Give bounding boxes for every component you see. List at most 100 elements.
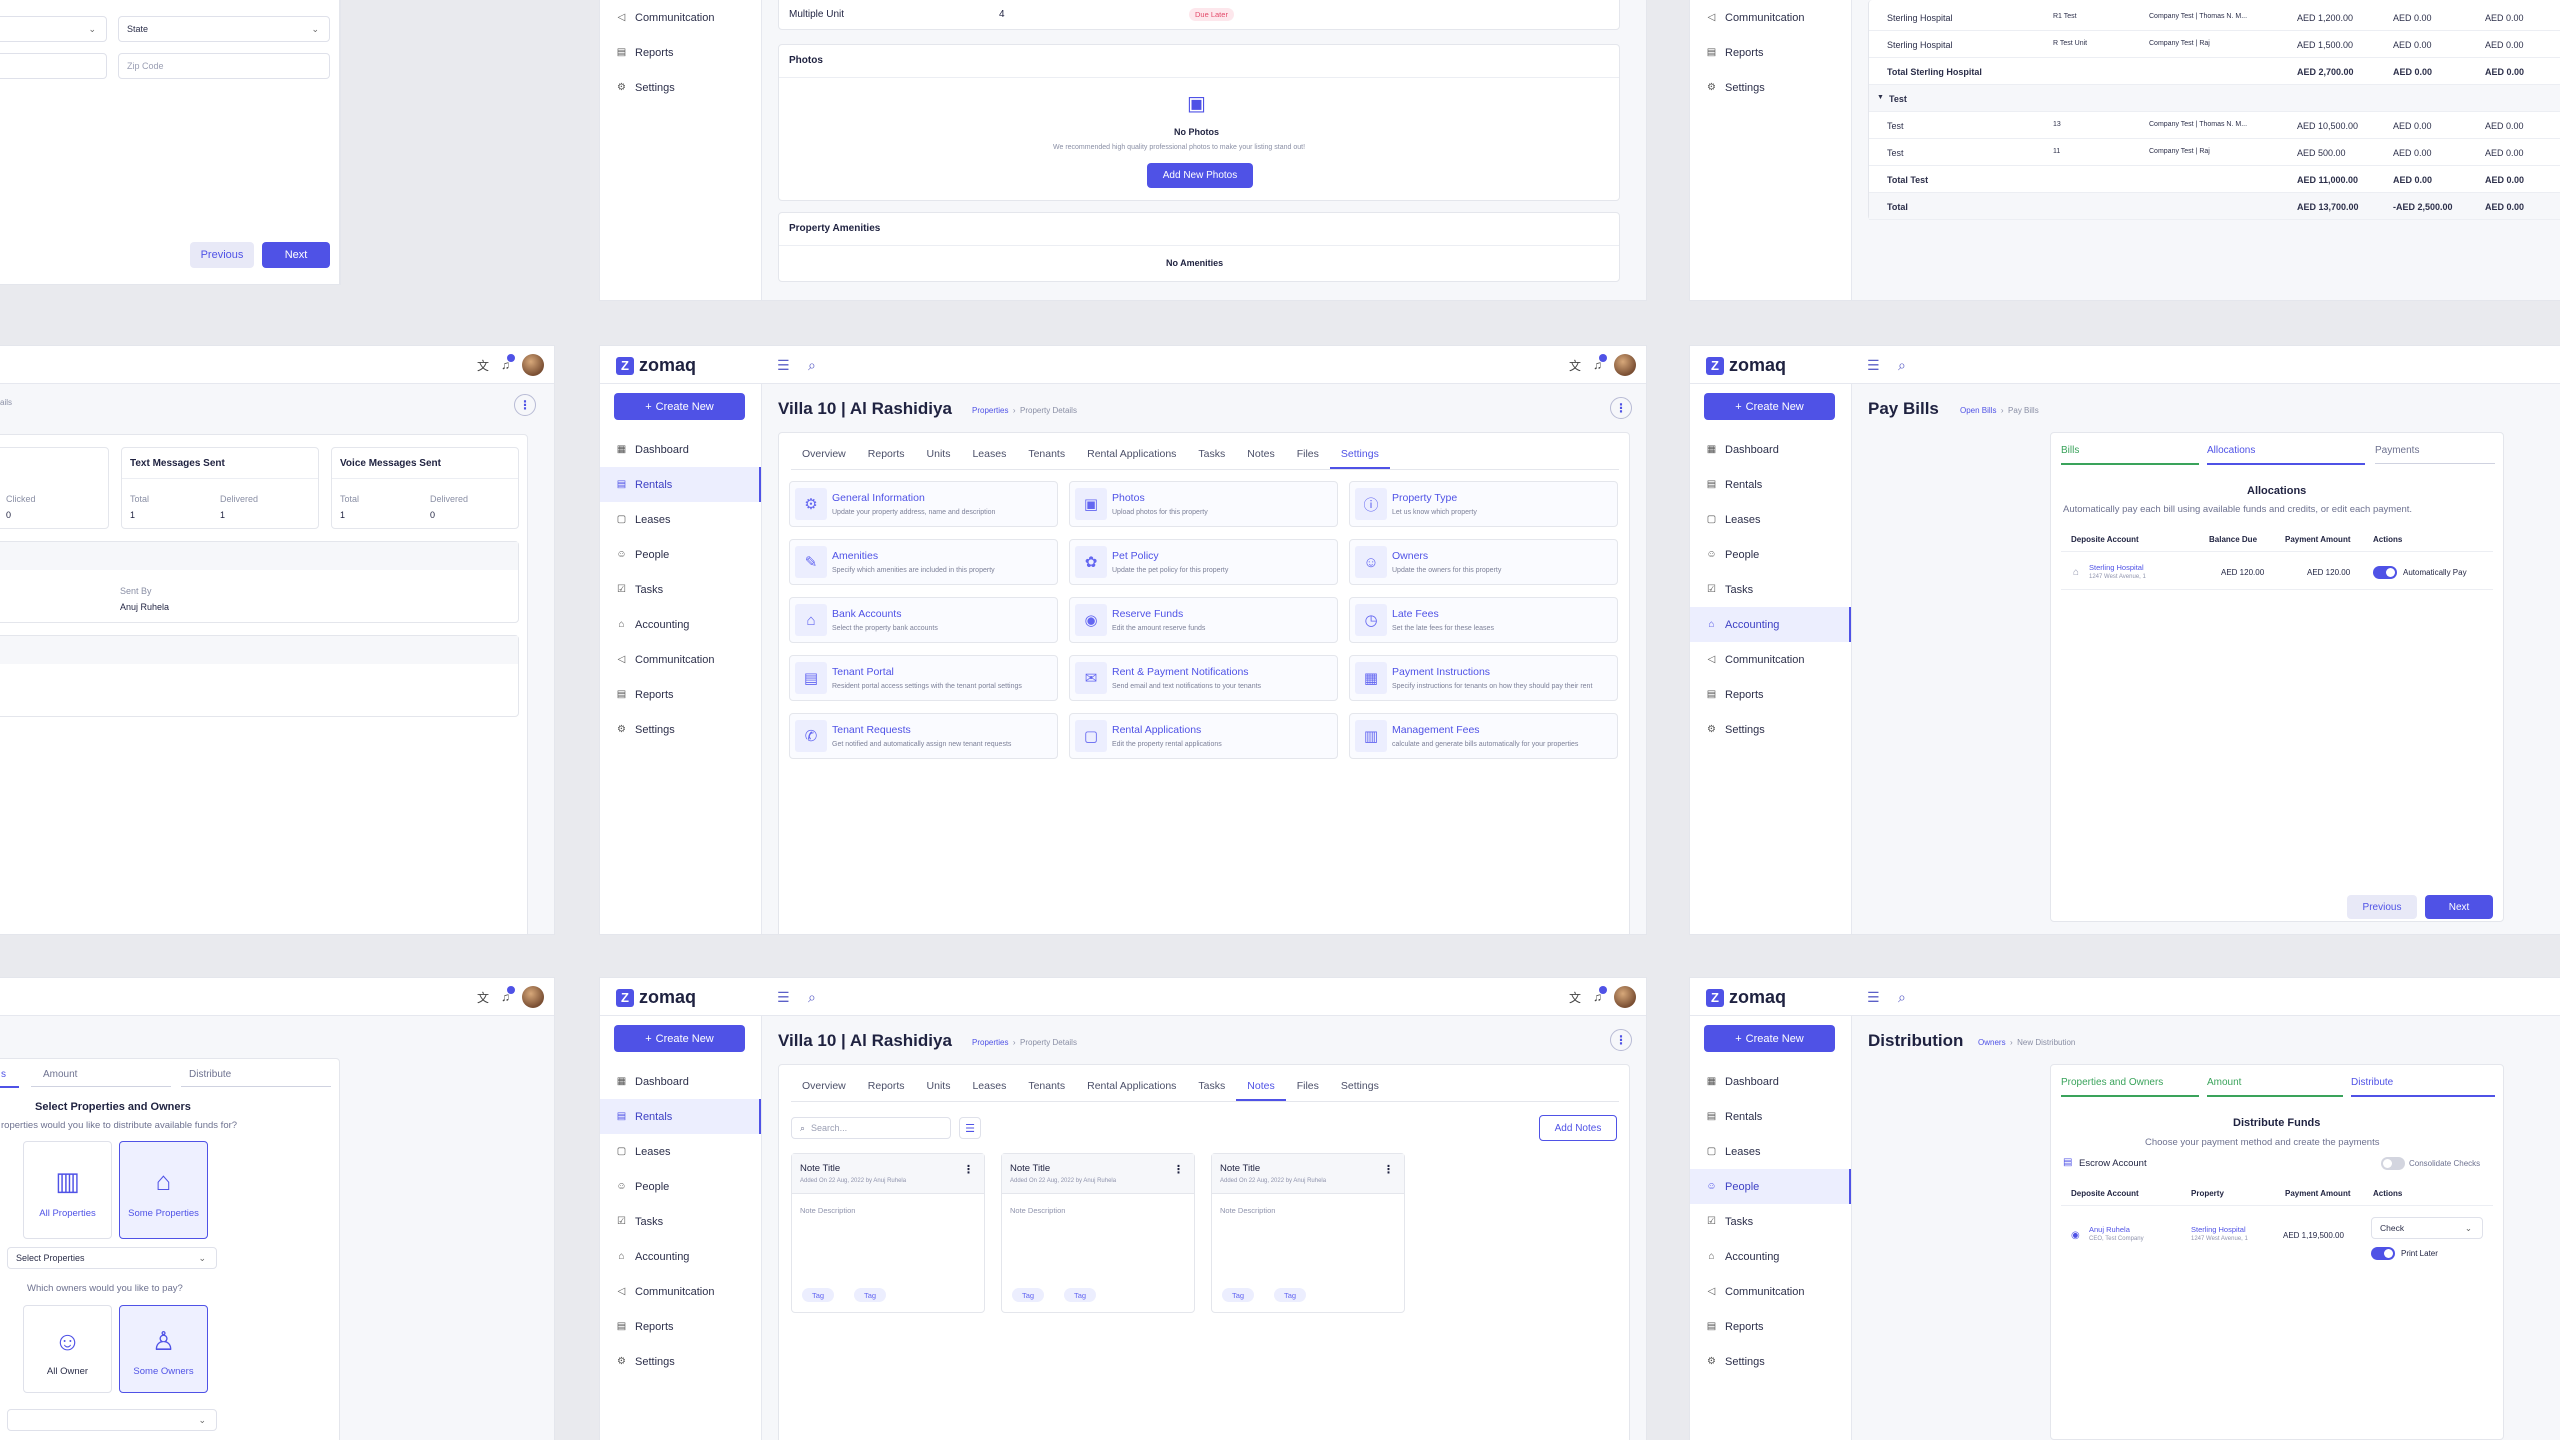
- next-button[interactable]: Next: [262, 242, 330, 268]
- search-icon[interactable]: ⌕: [1898, 357, 1906, 374]
- translate-icon[interactable]: 文: [1569, 989, 1581, 1006]
- tab-tasks[interactable]: Tasks: [1187, 1080, 1236, 1101]
- breadcrumb-link[interactable]: Properties: [972, 1038, 1008, 1047]
- account-name[interactable]: Sterling Hospital: [2089, 563, 2144, 572]
- search-input[interactable]: ⌕ Search...: [791, 1117, 951, 1139]
- logo[interactable]: Zzomaq: [1706, 987, 1786, 1008]
- note-tag[interactable]: Tag: [1274, 1288, 1307, 1302]
- translate-icon[interactable]: 文: [1569, 357, 1581, 374]
- breadcrumb-link[interactable]: Owners: [1978, 1038, 2006, 1047]
- sidebar-item-rentals[interactable]: ▤ Rentals: [600, 467, 761, 502]
- tab-settings[interactable]: Settings: [1329, 448, 1390, 469]
- sidebar-item-tasks[interactable]: ☑ Tasks: [1690, 1204, 1851, 1239]
- country-select[interactable]: ⌄: [0, 16, 107, 42]
- create-new-button[interactable]: + Create New: [614, 1025, 745, 1052]
- avatar[interactable]: [1614, 354, 1636, 376]
- step-distribute[interactable]: Distribute: [2351, 1077, 2393, 1088]
- consolidate-toggle[interactable]: [2381, 1157, 2405, 1170]
- settings-tile[interactable]: ◉ Reserve Funds Edit the amount reserve fu…: [1069, 597, 1338, 643]
- sidebar-item-settings[interactable]: ⚙ Settings: [1690, 712, 1851, 747]
- sidebar-item-settings[interactable]: ⚙ Settings: [600, 1344, 761, 1379]
- note-card[interactable]: Note Title Added On 22 Aug, 2022 by Anuj …: [1001, 1153, 1195, 1313]
- sidebar-item-people[interactable]: ☺ People: [1690, 1169, 1851, 1204]
- logo[interactable]: Zzomaq: [616, 355, 696, 376]
- settings-tile[interactable]: ✿ Pet Policy Update the pet policy for thi…: [1069, 539, 1338, 585]
- avatar[interactable]: [1614, 986, 1636, 1008]
- sidebar-item-communication[interactable]: ◁ Communitcation: [600, 1274, 761, 1309]
- translate-icon[interactable]: 文: [477, 989, 489, 1006]
- step-amount[interactable]: Amount: [2207, 1077, 2241, 1088]
- sidebar-item-settings[interactable]: ⚙ Settings: [1690, 1344, 1851, 1379]
- sidebar-item-communication[interactable]: ◁ Communitcation: [1690, 642, 1851, 677]
- tab-overview[interactable]: Overview: [791, 448, 857, 469]
- breadcrumb-link[interactable]: Open Bills: [1960, 406, 1996, 415]
- sidebar-item-reports[interactable]: ▤ Reports: [1690, 677, 1851, 712]
- search-icon[interactable]: ⌕: [808, 357, 816, 374]
- settings-tile[interactable]: ▤ Tenant Portal Resident portal access set…: [789, 655, 1058, 701]
- sidebar-item-settings[interactable]: ⚙ Settings: [600, 70, 761, 105]
- more-options-button[interactable]: ⋮: [1610, 1029, 1632, 1051]
- menu-icon[interactable]: ☰: [1867, 357, 1880, 374]
- tab-tenants[interactable]: Tenants: [1017, 1080, 1076, 1101]
- settings-tile[interactable]: ▥ Management Fees calculate and generate b…: [1349, 713, 1618, 759]
- settings-tile[interactable]: ✎ Amenities Specify which amenities are in…: [789, 539, 1058, 585]
- settings-tile[interactable]: ▦ Payment Instructions Specify instruction…: [1349, 655, 1618, 701]
- auto-pay-toggle[interactable]: [2373, 566, 2397, 579]
- menu-icon[interactable]: ☰: [1867, 989, 1880, 1006]
- sidebar-item-leases[interactable]: ▢ Leases: [1690, 502, 1851, 537]
- create-new-button[interactable]: + Create New: [1704, 1025, 1835, 1052]
- settings-tile[interactable]: ⚙ General Information Update your property…: [789, 481, 1058, 527]
- breadcrumb-link[interactable]: Properties: [972, 406, 1008, 415]
- previous-button[interactable]: Previous: [190, 242, 254, 268]
- sidebar-item-tasks[interactable]: ☑ Tasks: [1690, 572, 1851, 607]
- add-notes-button[interactable]: Add Notes: [1539, 1115, 1617, 1141]
- tab-leases[interactable]: Leases: [961, 448, 1017, 469]
- payment-method-select[interactable]: Check ⌄: [2371, 1217, 2483, 1239]
- some-owners-option[interactable]: ♙ Some Owners: [119, 1305, 208, 1393]
- menu-icon[interactable]: ☰: [777, 357, 790, 374]
- filter-button[interactable]: ☰: [959, 1117, 981, 1139]
- tab-overview[interactable]: Overview: [791, 1080, 857, 1101]
- add-new-photos-button[interactable]: Add New Photos: [1147, 163, 1253, 188]
- tab-notes[interactable]: Notes: [1236, 1080, 1286, 1101]
- kebab-icon[interactable]: ⋮: [963, 1163, 974, 1176]
- menu-icon[interactable]: ☰: [777, 989, 790, 1006]
- create-new-button[interactable]: + Create New: [1704, 393, 1835, 420]
- step-payments[interactable]: Payments: [2375, 445, 2419, 456]
- property-name[interactable]: Sterling Hospital: [2191, 1225, 2246, 1234]
- table-group-row[interactable]: ▼ Test: [1869, 85, 2560, 112]
- step-allocations[interactable]: Allocations: [2207, 445, 2255, 456]
- translate-icon[interactable]: 文: [477, 357, 489, 374]
- avatar[interactable]: [522, 986, 544, 1008]
- previous-button[interactable]: Previous: [2347, 895, 2417, 919]
- sidebar-item-rentals[interactable]: ▤ Rentals: [600, 1099, 761, 1134]
- more-options-button[interactable]: ⋮: [514, 394, 536, 416]
- sidebar-item-leases[interactable]: ▢ Leases: [1690, 1134, 1851, 1169]
- sidebar-item-leases[interactable]: ▢ Leases: [600, 1134, 761, 1169]
- settings-tile[interactable]: ▢ Rental Applications Edit the property re…: [1069, 713, 1338, 759]
- sidebar-item-reports[interactable]: ▤ Reports: [1690, 1309, 1851, 1344]
- tab-tasks[interactable]: Tasks: [1187, 448, 1236, 469]
- settings-tile[interactable]: ⌂ Bank Accounts Select the property bank a…: [789, 597, 1058, 643]
- tab-files[interactable]: Files: [1286, 1080, 1330, 1101]
- note-card[interactable]: Note Title Added On 22 Aug, 2022 by Anuj …: [791, 1153, 985, 1313]
- sidebar-item-communication[interactable]: ◁ Communitcation: [1690, 1274, 1851, 1309]
- settings-tile[interactable]: ◷ Late Fees Set the late fees for these le…: [1349, 597, 1618, 643]
- more-options-button[interactable]: ⋮: [1610, 397, 1632, 419]
- note-tag[interactable]: Tag: [854, 1288, 887, 1302]
- sidebar-item-reports[interactable]: ▤ Reports: [600, 1309, 761, 1344]
- sidebar-item-accounting[interactable]: ⌂ Accounting: [1690, 607, 1851, 642]
- settings-tile[interactable]: ✉ Rent & Payment Notifications Send email …: [1069, 655, 1338, 701]
- sidebar-item-communication[interactable]: ◁ Communitcation: [600, 642, 761, 677]
- sidebar-item-people[interactable]: ☺ People: [600, 537, 761, 572]
- tab-reports[interactable]: Reports: [857, 448, 916, 469]
- sidebar-item-people[interactable]: ☺ People: [600, 1169, 761, 1204]
- note-tag[interactable]: Tag: [1222, 1288, 1255, 1302]
- step-distribute[interactable]: Distribute: [189, 1069, 231, 1080]
- note-tag[interactable]: Tag: [802, 1288, 835, 1302]
- kebab-icon[interactable]: ⋮: [1383, 1163, 1394, 1176]
- tab-units[interactable]: Units: [916, 1080, 962, 1101]
- sidebar-item-rentals[interactable]: ▤ Rentals: [1690, 467, 1851, 502]
- settings-tile[interactable]: ✆ Tenant Requests Get notified and automat…: [789, 713, 1058, 759]
- tab-reports[interactable]: Reports: [857, 1080, 916, 1101]
